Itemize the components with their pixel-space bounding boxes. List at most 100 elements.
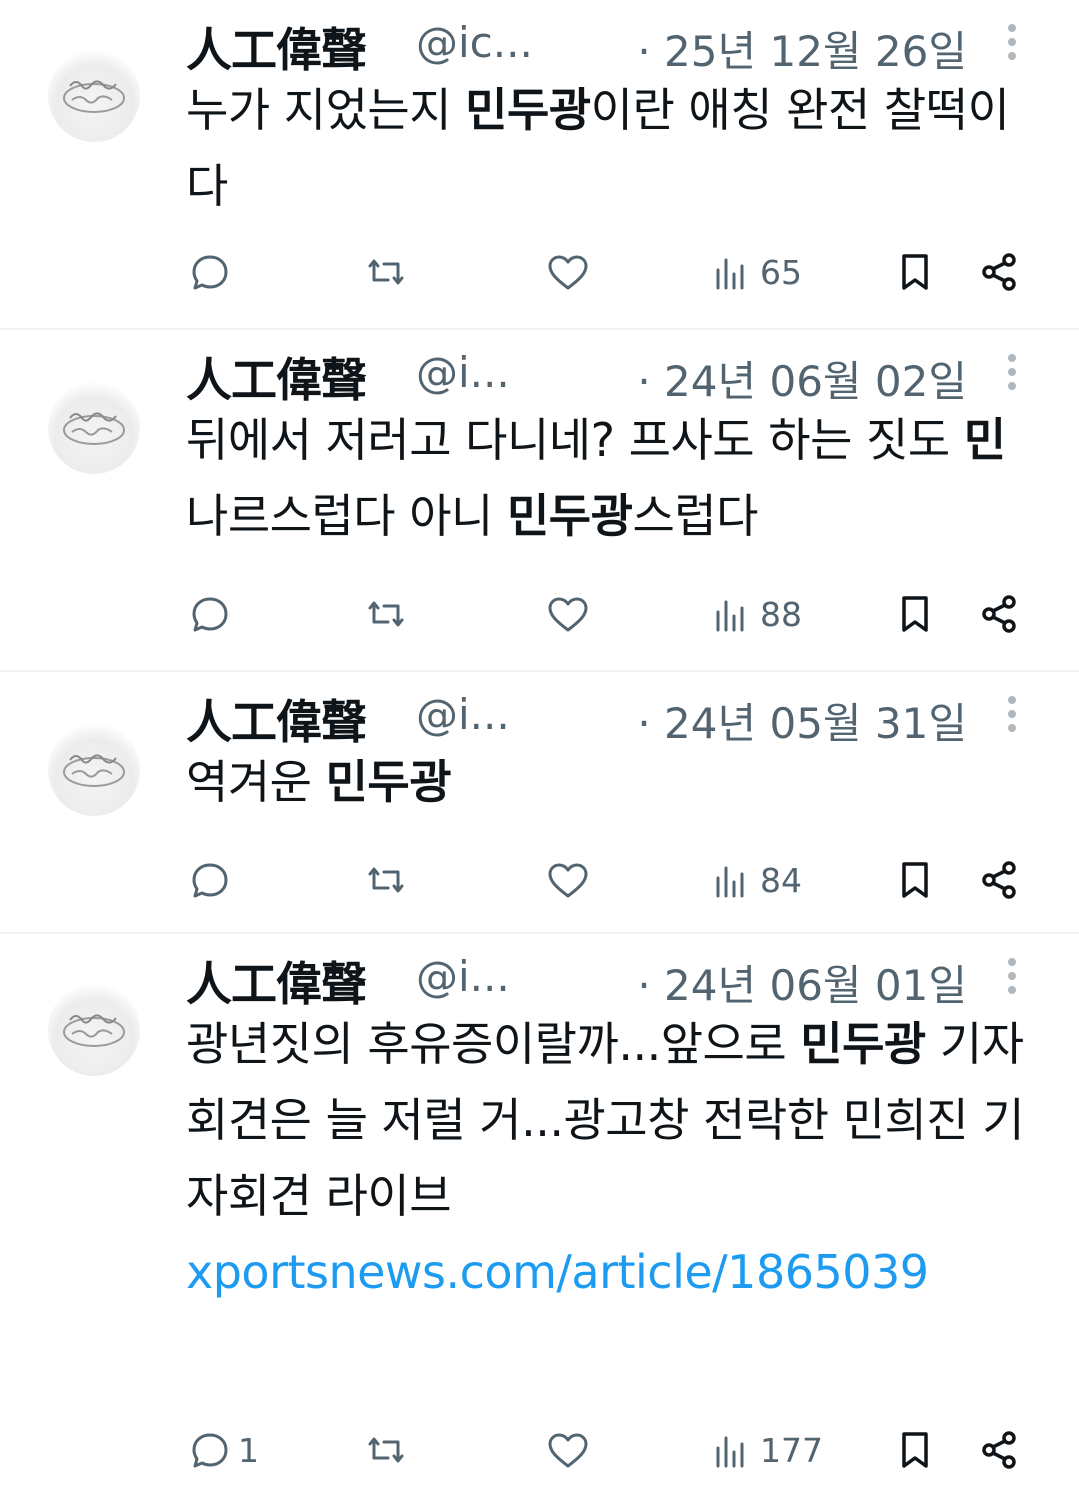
retweet-icon — [368, 867, 404, 893]
like-button[interactable] — [544, 1424, 592, 1476]
like-icon — [548, 597, 588, 632]
tweet[interactable]: 人工偉聲 @i... · 24년 06월 02일 뒤에서 저러고 다니네? 프사… — [0, 330, 1079, 672]
reply-icon — [192, 863, 228, 898]
bookmark-button[interactable] — [892, 854, 940, 906]
retweet-button[interactable] — [362, 246, 410, 298]
views-icon — [716, 600, 744, 632]
like-button[interactable] — [544, 246, 592, 298]
action-bar: 88 — [186, 588, 1046, 648]
views-icon — [716, 866, 744, 898]
tweet-text: 역겨운 민두광 — [186, 744, 1046, 820]
more-icon[interactable] — [1005, 958, 1019, 1002]
more-icon[interactable] — [1005, 696, 1019, 740]
reply-icon — [192, 255, 228, 290]
highlighted-text: 민 — [963, 413, 1006, 467]
share-button[interactable] — [976, 1424, 1024, 1476]
tweet-link[interactable]: xportsnews.com/article/1865039 — [186, 1245, 929, 1299]
retweet-icon — [368, 259, 404, 285]
like-icon — [548, 1433, 588, 1468]
retweet-icon — [368, 1437, 404, 1463]
reply-button[interactable] — [186, 246, 238, 298]
display-name[interactable]: 人工偉聲 — [186, 948, 367, 1014]
like-button[interactable] — [544, 588, 592, 640]
share-button[interactable] — [976, 246, 1024, 298]
views-button[interactable]: 177 — [708, 1424, 823, 1476]
tweet-text-segment: 역겨운 — [186, 755, 326, 809]
user-handle[interactable]: @ic... — [416, 18, 533, 67]
ring-image — [63, 1014, 125, 1047]
reply-icon — [192, 1433, 228, 1468]
reply-button[interactable] — [186, 588, 238, 640]
more-icon[interactable] — [1005, 24, 1019, 68]
retweet-button[interactable] — [362, 1424, 410, 1476]
tweet-text: 누가 지었는지 민두광이란 애칭 완전 찰떡이다 — [186, 72, 1046, 224]
action-bar: 84 — [186, 854, 1046, 914]
user-handle[interactable]: @i... — [416, 690, 510, 739]
display-name[interactable]: 人工偉聲 — [186, 344, 367, 410]
action-bar: 1 177 — [186, 1424, 1046, 1484]
tweet[interactable]: 人工偉聲 @ic... · 25년 12월 26일 누가 지었는지 민두광이란 … — [0, 0, 1079, 330]
bookmark-icon — [902, 862, 928, 898]
tweet-date[interactable]: · 24년 06월 02일 — [637, 348, 967, 409]
reply-button[interactable] — [186, 854, 238, 906]
user-handle[interactable]: @i... — [416, 952, 510, 1001]
tweet-text-segment: 광년짓의 후유증이랄까...앞으로 — [186, 1017, 801, 1071]
retweet-icon — [368, 601, 404, 627]
avatar[interactable] — [48, 50, 140, 142]
share-button[interactable] — [976, 854, 1024, 906]
views-count: 84 — [760, 860, 802, 900]
ring-image — [63, 754, 125, 787]
tweet-text-segment: 뒤에서 저러고 다니네? 프사도 하는 짓도 — [186, 413, 964, 467]
views-button[interactable]: 65 — [708, 246, 802, 298]
views-count: 65 — [760, 252, 802, 292]
more-icon[interactable] — [1005, 354, 1019, 398]
views-button[interactable]: 88 — [708, 588, 802, 640]
reply-count: 1 — [238, 1430, 259, 1470]
user-handle[interactable]: @i... — [416, 348, 510, 397]
ring-image — [63, 412, 125, 445]
retweet-button[interactable] — [362, 854, 410, 906]
tweet-header: 人工偉聲 @ic... · 25년 12월 26일 — [186, 14, 1039, 77]
avatar[interactable] — [48, 984, 140, 1076]
share-icon — [982, 253, 1016, 291]
highlighted-text: 민두광 — [800, 1017, 926, 1071]
like-button[interactable] — [544, 854, 592, 906]
avatar[interactable] — [48, 724, 140, 816]
display-name[interactable]: 人工偉聲 — [186, 14, 367, 80]
bookmark-icon — [902, 1432, 928, 1468]
avatar[interactable] — [48, 382, 140, 474]
like-icon — [548, 255, 588, 290]
views-button[interactable]: 84 — [708, 854, 802, 906]
tweet-feed: 人工偉聲 @ic... · 25년 12월 26일 누가 지었는지 민두광이란 … — [0, 0, 1079, 1501]
bookmark-button[interactable] — [892, 1424, 940, 1476]
tweet-header: 人工偉聲 @i... · 24년 06월 01일 — [186, 948, 1039, 1011]
display-name[interactable]: 人工偉聲 — [186, 686, 367, 752]
tweet-date[interactable]: · 24년 05월 31일 — [637, 690, 967, 751]
tweet[interactable]: 人工偉聲 @i... · 24년 06월 01일 광년짓의 후유증이랄까...앞… — [0, 934, 1079, 1501]
bookmark-button[interactable] — [892, 246, 940, 298]
tweet[interactable]: 人工偉聲 @i... · 24년 05월 31일 역겨운 민두광 84 — [0, 672, 1079, 934]
tweet-date[interactable]: · 25년 12월 26일 — [637, 18, 967, 79]
tweet-text-segment: 누가 지었는지 — [186, 83, 466, 137]
bookmark-button[interactable] — [892, 588, 940, 640]
share-icon — [982, 861, 1016, 899]
action-bar: 65 — [186, 246, 1046, 306]
reply-icon — [192, 597, 228, 632]
highlighted-text: 민두광 — [465, 83, 591, 137]
views-count: 177 — [760, 1430, 823, 1470]
views-icon — [716, 1436, 744, 1468]
tweet-header: 人工偉聲 @i... · 24년 05월 31일 — [186, 686, 1039, 749]
bookmark-icon — [902, 596, 928, 632]
tweet-date[interactable]: · 24년 06월 01일 — [637, 952, 967, 1013]
reply-button[interactable]: 1 — [186, 1424, 259, 1476]
share-icon — [982, 595, 1016, 633]
share-icon — [982, 1431, 1016, 1469]
tweet-text: 광년짓의 후유증이랄까...앞으로 민두광 기자회견은 늘 저럴 거...광고창… — [186, 1006, 1046, 1310]
share-button[interactable] — [976, 588, 1024, 640]
ring-image — [63, 80, 125, 113]
retweet-button[interactable] — [362, 588, 410, 640]
tweet-header: 人工偉聲 @i... · 24년 06월 02일 — [186, 344, 1039, 407]
tweet-text: 뒤에서 저러고 다니네? 프사도 하는 짓도 민나르스럽다 아니 민두광스럽다 — [186, 402, 1046, 554]
tweet-text-segment: 나르스럽다 아니 — [186, 489, 507, 543]
like-icon — [548, 863, 588, 898]
